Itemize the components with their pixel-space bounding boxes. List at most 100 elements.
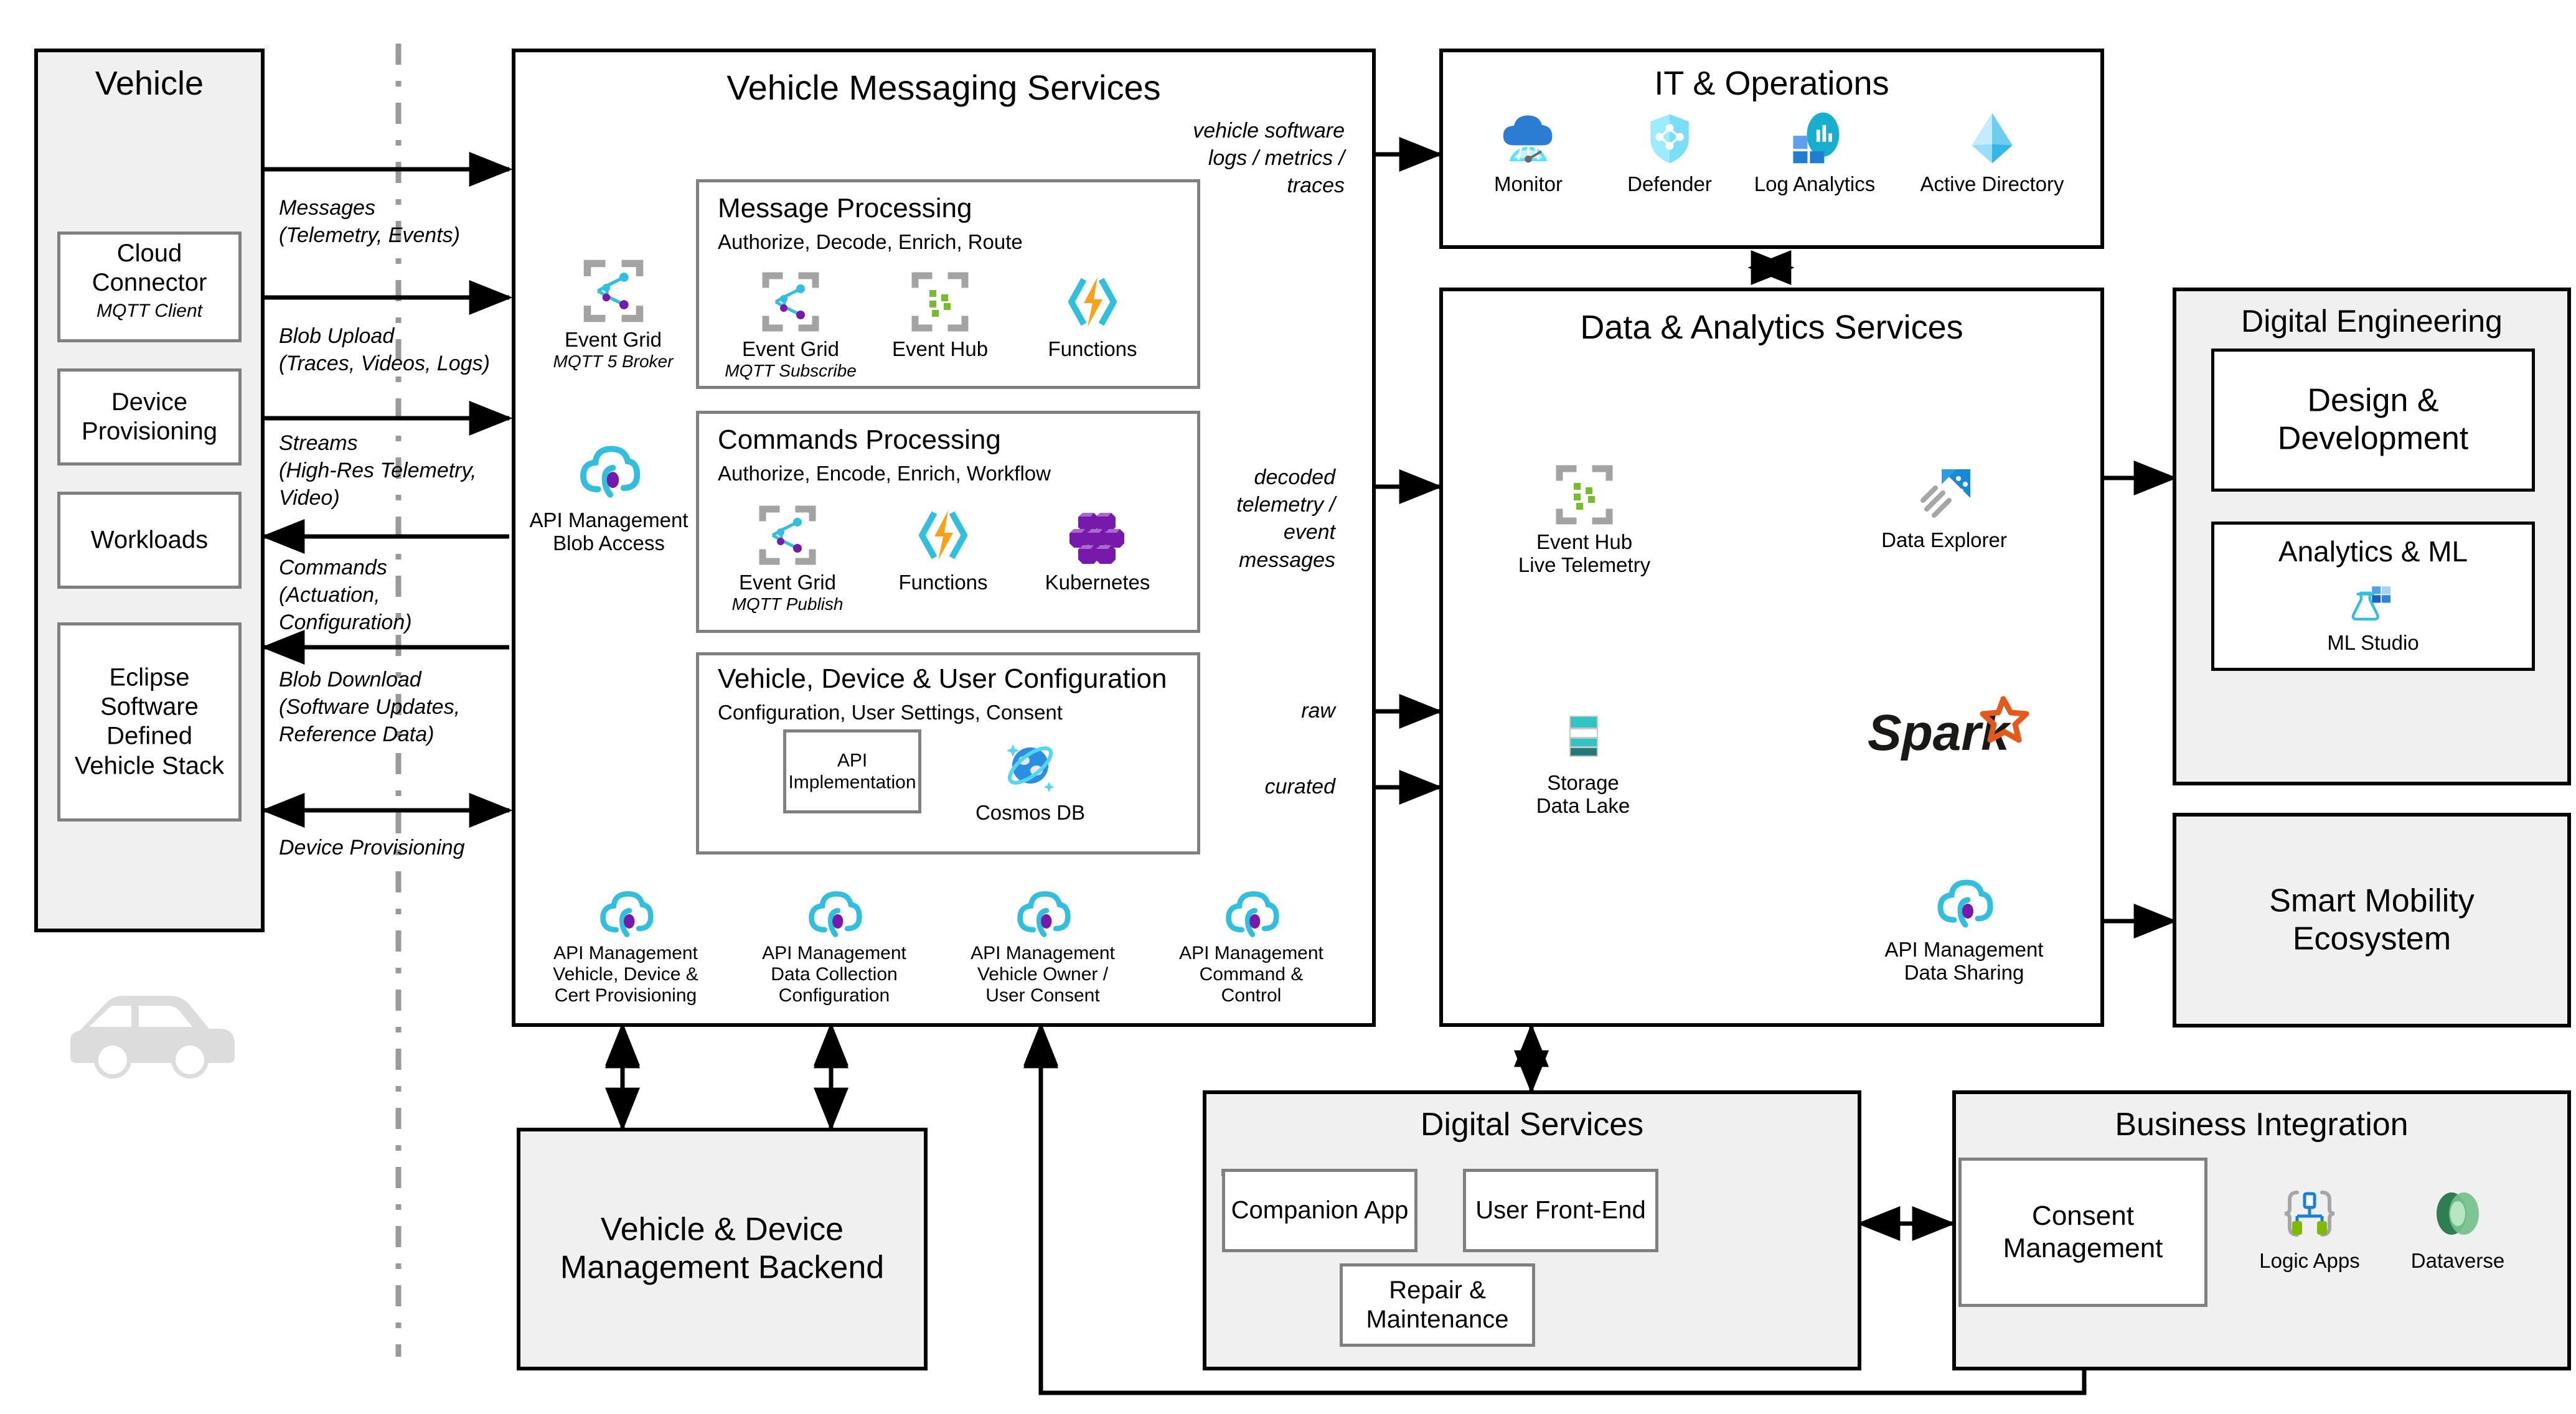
edge-flow-label-device-provisioning: Device Provisioning xyxy=(279,836,465,859)
event-grid-icon xyxy=(532,249,694,324)
cloud-flow-label-vehicle-software: vehicle software logs / metrics / traces xyxy=(1193,119,1345,198)
service-name: Log Analytics xyxy=(1754,172,1876,195)
service-name: Event Grid xyxy=(565,328,662,351)
service-name: API Management Data Collection Configura… xyxy=(762,943,906,1006)
digital-services-box-user-frontend[interactable]: User Front-End xyxy=(1463,1169,1658,1252)
api-implementation-label: API Implementation xyxy=(788,750,916,793)
api-management-icon xyxy=(542,868,710,943)
service-spark[interactable]: Spark xyxy=(1861,688,2042,769)
vehicle-item-sdv-stack[interactable]: Eclipse Software Defined Vehicle Stack xyxy=(57,622,242,822)
service-active-directory[interactable]: Active Directory xyxy=(1902,93,2082,196)
service-name: Kubernetes xyxy=(1045,571,1150,594)
digital-services-box-companion[interactable]: Companion App xyxy=(1222,1169,1417,1252)
analytics-ml-box[interactable]: Analytics & ML ML Studio xyxy=(2211,522,2535,671)
service-event-grid-publish[interactable]: Event Grid MQTT Publish xyxy=(716,492,859,614)
azure-monitor-icon xyxy=(1460,93,1597,168)
architecture-diagram: Vehicle Cloud Connector MQTT Client Devi… xyxy=(0,0,2576,1414)
list-item-label: User Front-End xyxy=(1475,1196,1646,1224)
service-name: API Management Blob Access xyxy=(529,508,689,555)
cloud-flow-label-curated: curated xyxy=(1264,775,1335,798)
service-apim-blob-access[interactable]: API Management Blob Access xyxy=(528,429,690,555)
service-sublabel: MQTT Subscribe xyxy=(725,360,857,380)
service-name: API Management Command & Control xyxy=(1179,943,1323,1006)
vehicle-item-label: Cloud Connector xyxy=(92,240,207,297)
api-management-icon xyxy=(528,429,690,504)
service-name: Defender xyxy=(1627,172,1712,195)
event-hub-icon xyxy=(868,258,1012,333)
service-name: Storage Data Lake xyxy=(1536,771,1630,817)
service-name: Functions xyxy=(898,571,988,594)
service-log-analytics[interactable]: Log Analytics xyxy=(1737,93,1892,196)
service-kubernetes[interactable]: Kubernetes xyxy=(1026,492,1169,594)
service-storage-data-lake[interactable]: Storage Data Lake xyxy=(1505,692,1661,818)
service-data-explorer[interactable]: Data Explorer xyxy=(1866,449,2022,552)
smart-mobility-title: Smart Mobility Ecosystem xyxy=(2269,883,2475,957)
service-name: Dataverse xyxy=(2410,1249,2505,1272)
ml-studio-icon xyxy=(2295,573,2451,627)
service-functions-cp[interactable]: Functions xyxy=(872,492,1015,594)
service-event-grid-subscribe[interactable]: Event Grid MQTT Subscribe xyxy=(719,258,862,380)
vms-title: Vehicle Messaging Services xyxy=(726,68,1161,107)
service-event-hub-live-telemetry[interactable]: Event Hub Live Telemetry xyxy=(1507,451,1662,577)
service-apim-data-collection[interactable]: API Management Data Collection Configura… xyxy=(750,868,918,1007)
service-logic-apps[interactable]: Logic Apps xyxy=(2241,1170,2378,1273)
vehicle-item-label: Workloads xyxy=(90,526,209,554)
digital-services-box-repair-maintenance[interactable]: Repair & Maintenance xyxy=(1340,1263,1535,1347)
consent-management-box[interactable]: Consent Management xyxy=(1958,1158,2207,1307)
api-implementation-box[interactable]: API Implementation xyxy=(783,729,921,813)
vehicle-item-device-provisioning[interactable]: Device Provisioning xyxy=(57,368,242,466)
service-name: Functions xyxy=(1048,337,1137,360)
functions-icon xyxy=(1021,258,1164,333)
analytics-ml-label: Analytics & ML xyxy=(2278,535,2468,568)
service-event-grid-broker[interactable]: Event Grid MQTT 5 Broker xyxy=(532,249,694,371)
kubernetes-icon xyxy=(1026,492,1169,566)
car-icon xyxy=(59,977,246,1095)
api-management-icon xyxy=(1167,868,1335,943)
design-development-box[interactable]: Design & Development xyxy=(2211,349,2535,492)
defender-icon xyxy=(1601,93,1738,168)
business-integration-title: Business Integration xyxy=(2115,1107,2409,1143)
service-apim-command-control[interactable]: API Management Command & Control xyxy=(1167,868,1335,1007)
spark-icon: Spark xyxy=(1868,696,2029,761)
logic-apps-icon xyxy=(2241,1170,2378,1245)
vehicle-item-cloud-connector[interactable]: Cloud Connector MQTT Client xyxy=(57,232,242,342)
data-explorer-icon xyxy=(1866,449,2022,524)
vehicle-item-sublabel: MQTT Client xyxy=(96,301,202,322)
service-event-hub[interactable]: Event Hub xyxy=(868,258,1012,361)
edge-flow-label-blob-upload: Blob Upload (Traces, Videos, Logs) xyxy=(279,324,490,376)
vehicle-title: Vehicle xyxy=(95,65,204,102)
service-apim-vehicle-cert[interactable]: API Management Vehicle, Device & Cert Pr… xyxy=(542,868,710,1007)
api-management-icon xyxy=(959,868,1127,943)
edge-flow-label-messages: Messages (Telemetry, Events) xyxy=(279,196,460,248)
digital-engineering-title: Digital Engineering xyxy=(2241,304,2503,339)
edge-flow-label-streams: Streams (High-Res Telemetry, Video) xyxy=(279,431,477,510)
service-name: Logic Apps xyxy=(2259,1249,2360,1272)
service-ml-studio[interactable]: ML Studio xyxy=(2295,573,2451,655)
digital-services-title: Digital Services xyxy=(1420,1107,1644,1143)
service-apim-data-sharing[interactable]: API Management Data Sharing xyxy=(1874,859,2054,985)
service-apim-user-consent[interactable]: API Management Vehicle Owner / User Cons… xyxy=(959,868,1127,1007)
commands-processing-title: Commands Processing xyxy=(718,424,1001,455)
configuration-subtitle: Configuration, User Settings, Consent xyxy=(718,701,1063,724)
service-cosmos-db[interactable]: Cosmos DB xyxy=(959,722,1102,825)
service-name: ML Studio xyxy=(2327,631,2419,654)
event-hub-icon xyxy=(1507,451,1662,526)
functions-icon xyxy=(872,492,1015,566)
edge-flow-label-blob-download: Blob Download (Software Updates, Referen… xyxy=(279,668,461,747)
configuration-title: Vehicle, Device & User Configuration xyxy=(718,663,1167,694)
edge-flow-label-commands: Commands (Actuation, Configuration) xyxy=(279,556,412,635)
vehicle-item-label: Eclipse Software Defined Vehicle Stack xyxy=(74,663,225,780)
service-name: Monitor xyxy=(1493,172,1563,195)
api-management-icon xyxy=(1874,859,2054,934)
backend-title: Vehicle & Device Management Backend xyxy=(560,1211,885,1286)
log-analytics-icon xyxy=(1737,93,1892,168)
service-name: API Management Data Sharing xyxy=(1884,938,2044,984)
service-functions-mp[interactable]: Functions xyxy=(1021,258,1164,361)
service-defender[interactable]: Defender xyxy=(1601,93,1738,196)
vehicle-item-workloads[interactable]: Workloads xyxy=(57,492,242,589)
backend-group[interactable]: Vehicle & Device Management Backend xyxy=(517,1128,928,1370)
service-dataverse[interactable]: Dataverse xyxy=(2389,1170,2526,1273)
message-processing-subtitle: Authorize, Decode, Enrich, Route xyxy=(718,230,1023,253)
service-azure-monitor[interactable]: Monitor xyxy=(1460,93,1597,196)
list-item-label: Repair & Maintenance xyxy=(1366,1276,1509,1333)
